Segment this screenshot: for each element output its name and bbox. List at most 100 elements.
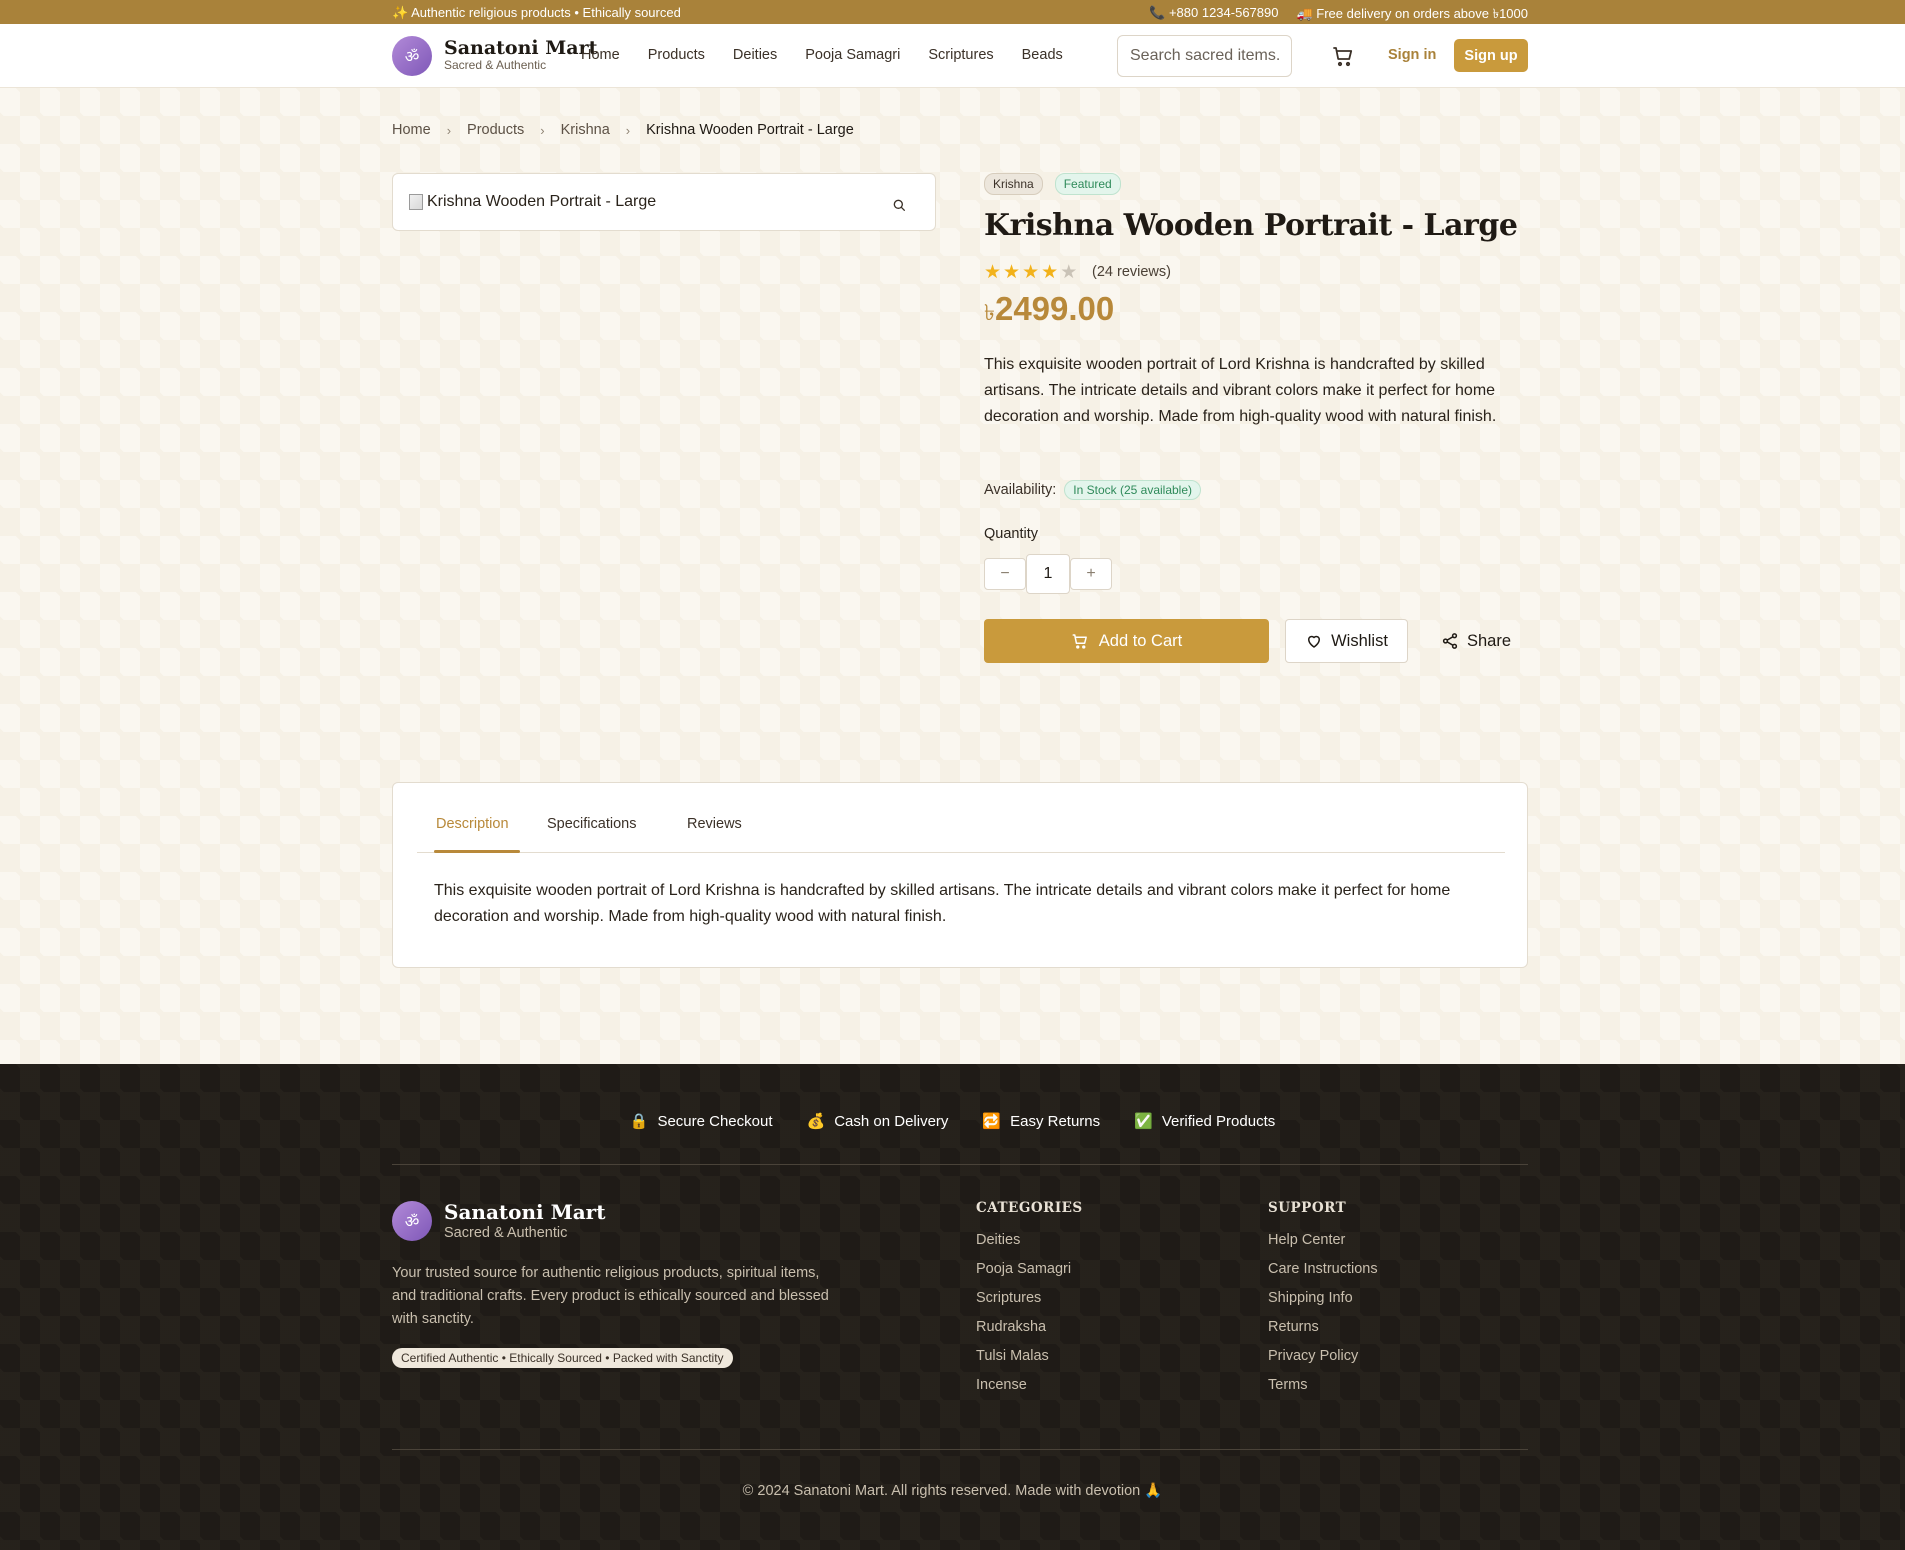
increase-quantity-button[interactable]: +	[1070, 558, 1112, 590]
cart-icon	[1072, 634, 1087, 649]
check-icon: ✅	[1134, 1113, 1153, 1130]
footer-link-help-center[interactable]: Help Center	[1268, 1232, 1378, 1248]
footer-link-privacy-policy[interactable]: Privacy Policy	[1268, 1348, 1378, 1364]
quantity-label: Quantity	[984, 526, 1038, 542]
footer-link-shipping-info[interactable]: Shipping Info	[1268, 1290, 1378, 1306]
wishlist-button[interactable]: Wishlist	[1285, 619, 1408, 663]
star-filled-icon: ★	[984, 262, 1002, 283]
currency-symbol: ৳	[984, 300, 995, 325]
footer-logo-om-icon[interactable]: ॐ	[392, 1201, 432, 1241]
product-image-frame[interactable]: Krishna Wooden Portrait - Large	[392, 173, 936, 231]
tab-description[interactable]: Description	[436, 816, 509, 832]
breadcrumb: Home › Products › Krishna › Krishna Wood…	[392, 122, 854, 138]
feature-cash-on-delivery: 💰 Cash on Delivery	[807, 1112, 949, 1131]
chevron-right-icon: ›	[625, 122, 631, 138]
product-price: ৳2499.00	[984, 290, 1114, 333]
featured-badge: Featured	[1054, 173, 1121, 195]
footer-divider	[392, 1164, 1528, 1165]
logo-om-icon[interactable]: ॐ	[392, 36, 432, 76]
share-button[interactable]: Share	[1426, 619, 1526, 663]
sign-in-link[interactable]: Sign in	[1388, 47, 1436, 63]
nav-home[interactable]: Home	[581, 47, 620, 63]
search-input[interactable]	[1117, 35, 1292, 77]
breadcrumb-home[interactable]: Home	[392, 122, 431, 138]
trust-features: 🔒 Secure Checkout 💰 Cash on Delivery 🔁 E…	[0, 1112, 1905, 1131]
share-icon	[1442, 633, 1458, 649]
footer-categories: CATEGORIES Deities Pooja Samagri Scriptu…	[976, 1200, 1083, 1393]
footer-link-pooja-samagri[interactable]: Pooja Samagri	[976, 1261, 1083, 1277]
add-to-cart-button[interactable]: Add to Cart	[984, 619, 1269, 663]
zoom-icon[interactable]	[891, 197, 907, 213]
phone-link[interactable]: 📞 +880 1234-567890	[1149, 5, 1278, 26]
tab-list: Description Specifications Reviews	[434, 816, 1488, 836]
cart-icon[interactable]	[1330, 44, 1356, 68]
announcement-bar: ✨ Authentic religious products • Ethical…	[0, 0, 1905, 24]
sign-up-button[interactable]: Sign up	[1454, 39, 1528, 72]
product-image-alt: Krishna Wooden Portrait - Large	[427, 193, 657, 210]
product-details-tabs: Description Specifications Reviews This …	[392, 782, 1528, 968]
nav-products[interactable]: Products	[648, 47, 705, 63]
return-icon: 🔁	[982, 1113, 1002, 1130]
availability-label: Availability:	[984, 482, 1057, 498]
category-badge[interactable]: Krishna	[984, 173, 1043, 195]
brand-name: Sanatoni Mart	[444, 37, 598, 59]
tab-specifications[interactable]: Specifications	[547, 816, 636, 832]
footer-link-rudraksha[interactable]: Rudraksha	[976, 1319, 1083, 1335]
price-value: 2499.00	[994, 290, 1115, 327]
footer-link-tulsi-malas[interactable]: Tulsi Malas	[976, 1348, 1083, 1364]
delivery-text: 🚚 Free delivery on orders above ৳1000	[1296, 6, 1528, 21]
footer-link-incense[interactable]: Incense	[976, 1377, 1083, 1393]
nav-deities[interactable]: Deities	[733, 47, 777, 63]
star-filled-icon: ★	[1003, 262, 1021, 283]
wishlist-label: Wishlist	[1331, 631, 1388, 650]
breadcrumb-products[interactable]: Products	[467, 122, 524, 138]
tab-reviews[interactable]: Reviews	[687, 816, 742, 832]
star-empty-icon: ★	[1060, 262, 1078, 283]
footer-support: SUPPORT Help Center Care Instructions Sh…	[1268, 1200, 1378, 1393]
announcement-text: ✨ Authentic religious products • Ethical…	[392, 5, 681, 20]
site-header: ॐ Sanatoni Mart Sacred & Authentic Home …	[0, 24, 1905, 88]
footer-brand-name: Sanatoni Mart	[444, 1200, 606, 1224]
main-nav: Home Products Deities Pooja Samagri Scri…	[581, 47, 1063, 63]
footer-categories-title: CATEGORIES	[976, 1200, 1083, 1216]
footer-link-deities[interactable]: Deities	[976, 1232, 1083, 1248]
feature-label: Cash on Delivery	[834, 1112, 949, 1130]
feature-easy-returns: 🔁 Easy Returns	[982, 1112, 1101, 1131]
nav-beads[interactable]: Beads	[1022, 47, 1063, 63]
product-badges: Krishna Featured	[984, 173, 1121, 195]
nav-pooja-samagri[interactable]: Pooja Samagri	[805, 47, 900, 63]
brand[interactable]: Sanatoni Mart Sacred & Authentic	[444, 38, 597, 72]
quantity-input[interactable]: 1	[1026, 554, 1070, 594]
site-footer: 🔒 Secure Checkout 💰 Cash on Delivery 🔁 E…	[0, 1064, 1905, 1550]
footer-link-scriptures[interactable]: Scriptures	[976, 1290, 1083, 1306]
footer-brand: Sanatoni Mart Sacred & Authentic	[444, 1201, 605, 1241]
lock-icon: 🔒	[629, 1113, 649, 1130]
product-image: Krishna Wooden Portrait - Large	[409, 193, 656, 211]
star-filled-icon: ★	[1022, 262, 1040, 283]
active-tab-indicator	[434, 850, 520, 853]
share-label: Share	[1466, 631, 1512, 650]
feature-label: Secure Checkout	[657, 1112, 773, 1130]
nav-scriptures[interactable]: Scriptures	[928, 47, 993, 63]
availability: Availability: In Stock (25 available)	[984, 480, 1202, 500]
brand-tagline: Sacred & Authentic	[444, 58, 547, 72]
tab-panel-description: This exquisite wooden portrait of Lord K…	[434, 882, 1451, 925]
footer-support-title: SUPPORT	[1268, 1200, 1347, 1216]
add-to-cart-label: Add to Cart	[1098, 631, 1183, 650]
chevron-right-icon: ›	[446, 122, 452, 138]
feature-verified-products: ✅ Verified Products	[1134, 1112, 1275, 1131]
footer-about: Your trusted source for authentic religi…	[392, 1265, 829, 1327]
footer-link-care-instructions[interactable]: Care Instructions	[1268, 1261, 1378, 1277]
footer-link-terms[interactable]: Terms	[1268, 1377, 1378, 1393]
decrease-quantity-button[interactable]: −	[984, 558, 1026, 590]
review-count[interactable]: (24 reviews)	[1092, 264, 1171, 280]
broken-image-icon	[409, 194, 423, 210]
product-title: Krishna Wooden Portrait - Large	[984, 208, 1518, 243]
footer-divider	[392, 1449, 1528, 1450]
breadcrumb-category[interactable]: Krishna	[561, 122, 610, 138]
breadcrumb-current: Krishna Wooden Portrait - Large	[646, 122, 854, 138]
rating-stars: ★ ★ ★ ★ ★	[984, 263, 1077, 283]
quantity-stepper: − 1 +	[984, 554, 1112, 594]
footer-link-returns[interactable]: Returns	[1268, 1319, 1378, 1335]
feature-label: Easy Returns	[1010, 1112, 1101, 1130]
